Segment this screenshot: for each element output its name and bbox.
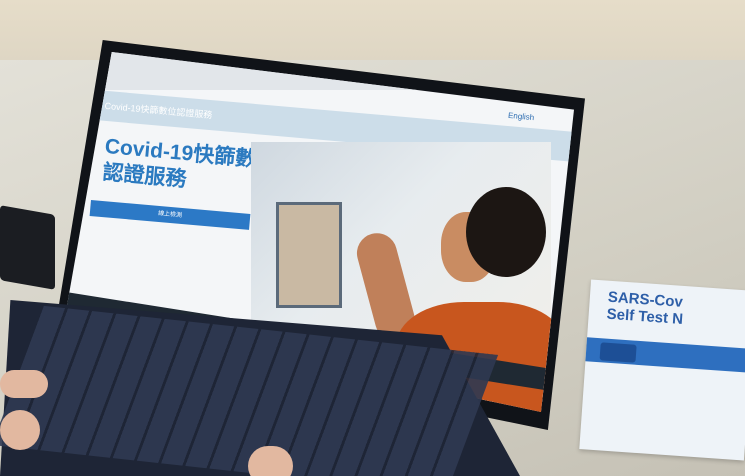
hand-right bbox=[248, 446, 293, 476]
hero-title-line2: 認證服務 bbox=[101, 160, 188, 192]
test-kit-label: SARS-Cov Self Test N bbox=[606, 289, 685, 328]
person-hair bbox=[466, 187, 546, 277]
test-kit-logo bbox=[599, 342, 637, 363]
picture-frame bbox=[276, 202, 342, 308]
photo-scene: Covid-19快篩數位認證服務 English Covid-19快篩數位 認證… bbox=[0, 0, 745, 476]
test-kit-box: SARS-Cov Self Test N bbox=[579, 279, 745, 461]
language-link: English bbox=[507, 110, 535, 123]
hero-cta-button: 線上檢測 bbox=[89, 200, 251, 230]
smartphone bbox=[0, 205, 55, 290]
hand-left-upper bbox=[0, 370, 48, 398]
hand-left-lower bbox=[0, 410, 40, 450]
site-logo-text: Covid-19快篩數位認證服務 bbox=[104, 100, 213, 121]
